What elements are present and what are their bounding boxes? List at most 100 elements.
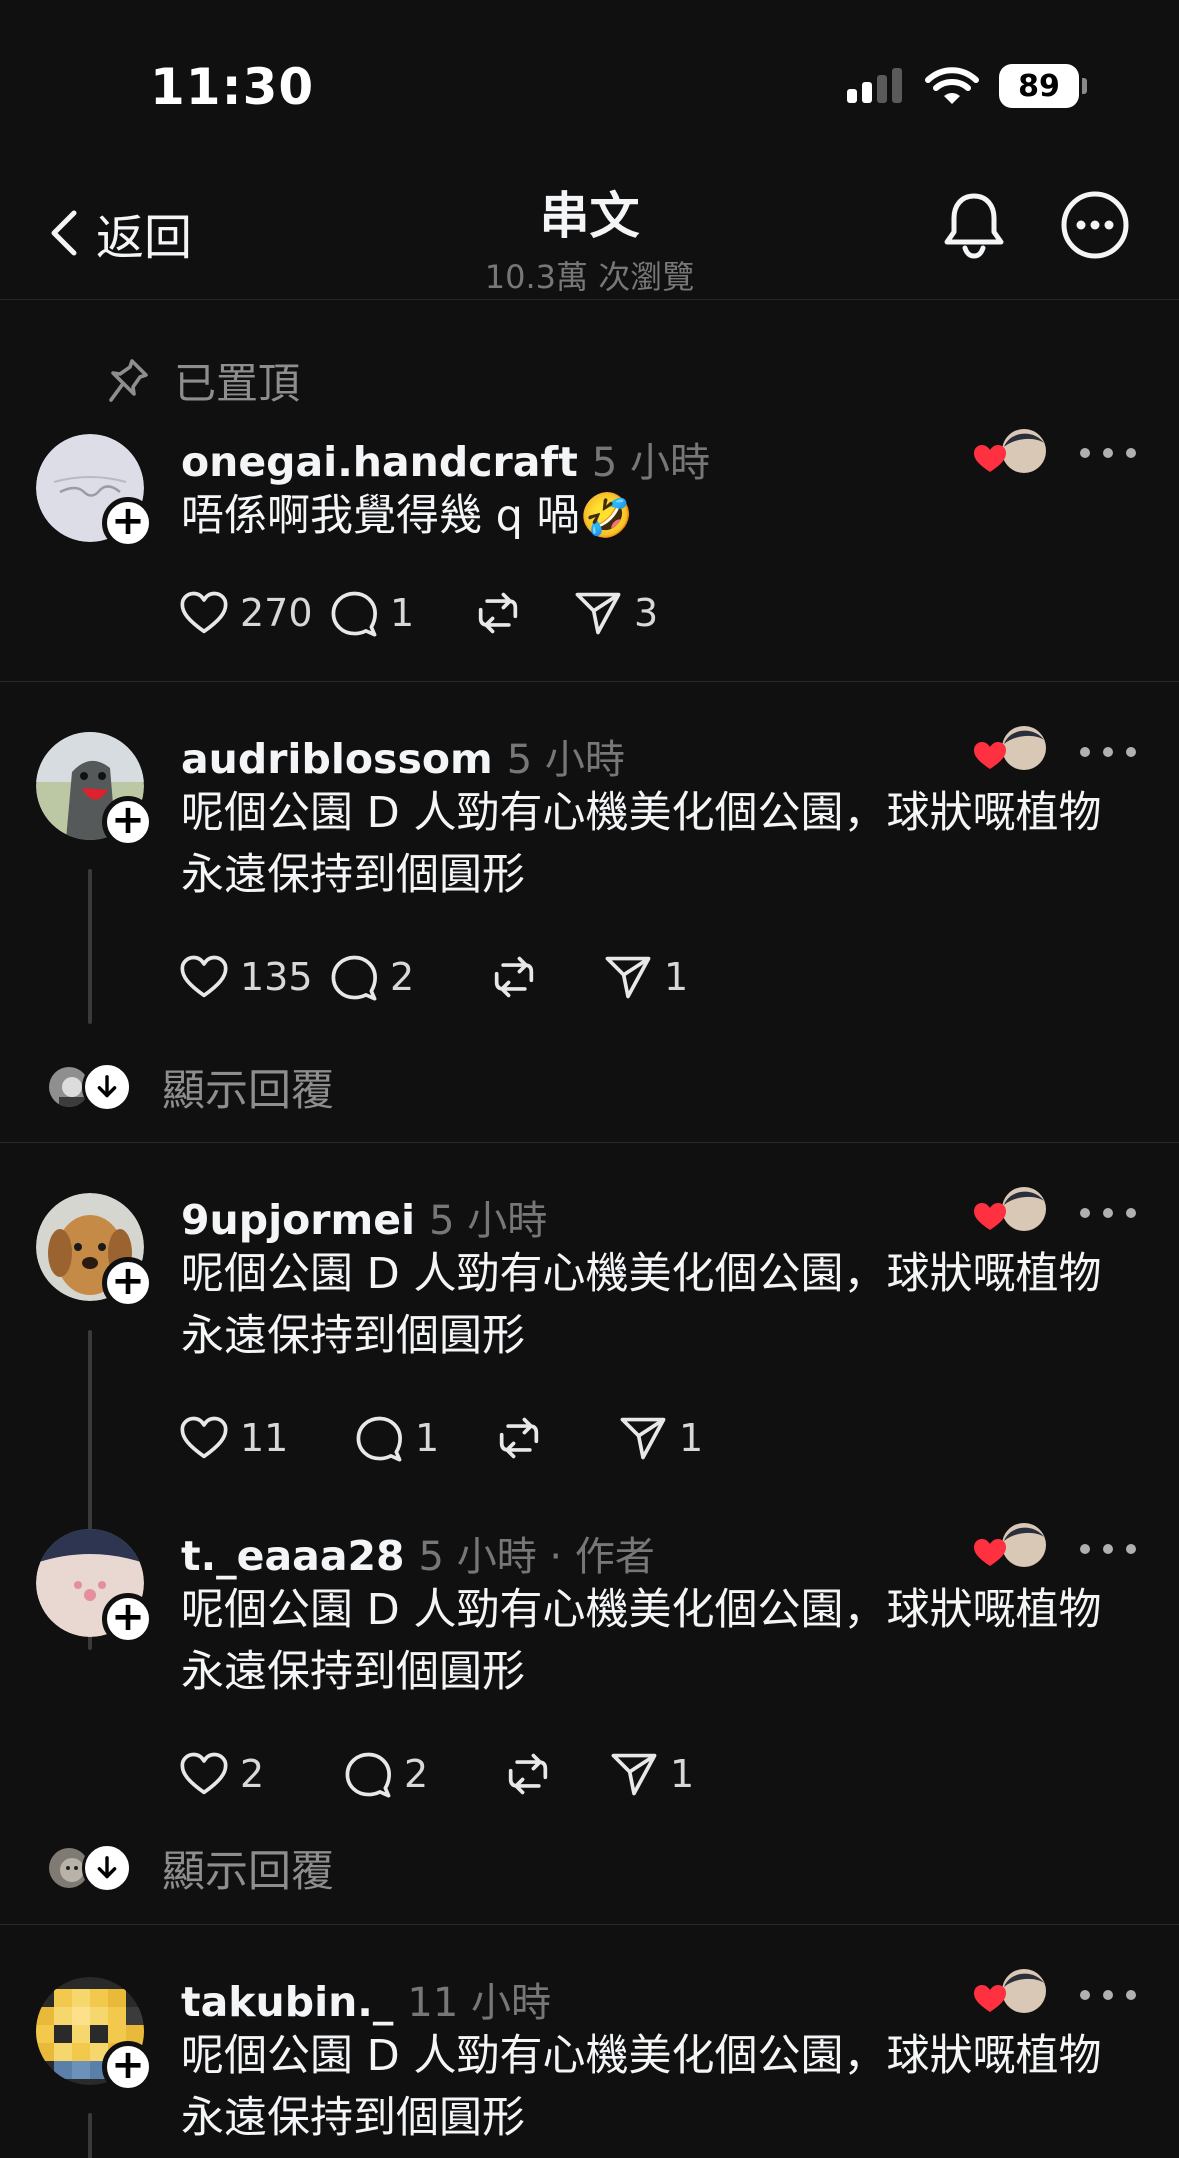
repost-button[interactable]	[493, 1412, 617, 1464]
comment-icon	[353, 1412, 405, 1464]
follow-button[interactable]: +	[102, 1257, 154, 1309]
follow-button[interactable]: +	[102, 497, 154, 549]
like-button[interactable]: 11	[178, 1412, 353, 1464]
follow-button[interactable]: +	[102, 796, 154, 848]
post-time: 11 小時	[407, 1980, 552, 2026]
status-icons: 89	[847, 64, 1087, 108]
post-time: 5 小時	[506, 737, 625, 783]
show-replies-button[interactable]: 顯示回覆	[46, 1056, 334, 1118]
like-button[interactable]: 270	[178, 587, 328, 639]
share-count: 1	[670, 1752, 695, 1796]
liked-by-author-icon	[972, 1519, 1052, 1575]
comment-icon	[328, 587, 380, 639]
share-icon	[608, 1748, 660, 1800]
cellular-signal-icon	[847, 68, 902, 103]
like-count: 270	[240, 591, 313, 635]
liked-by-author-icon	[972, 425, 1052, 481]
show-replies-button[interactable]: 顯示回覆	[46, 1837, 334, 1899]
wifi-icon	[925, 67, 979, 104]
show-replies-label: 顯示回覆	[162, 1066, 334, 1116]
status-time: 11:30	[150, 58, 315, 116]
divider	[0, 1924, 1179, 1925]
pin-icon	[109, 358, 148, 402]
post-actions: 11 1 1	[178, 1412, 703, 1464]
username[interactable]: takubin._	[181, 1978, 393, 2026]
share-icon	[572, 587, 624, 639]
more-circle-icon[interactable]	[1060, 190, 1130, 260]
repost-icon	[488, 951, 540, 1003]
post-text: 呢個公園 D 人勁有心機美化個公園，球狀嘅植物永遠保持到個圓形	[181, 788, 1102, 900]
username[interactable]: audriblossom	[181, 735, 493, 783]
status-bar: 11:30 89	[0, 0, 1179, 150]
share-icon	[602, 951, 654, 1003]
repost-button[interactable]	[502, 1748, 608, 1800]
repost-icon	[493, 1412, 545, 1464]
share-count: 1	[664, 955, 689, 999]
bell-icon[interactable]	[940, 190, 1008, 262]
share-count: 1	[679, 1416, 704, 1460]
like-button[interactable]: 135	[178, 951, 328, 1003]
post-more-button[interactable]	[1080, 742, 1136, 762]
plus-icon: +	[111, 797, 145, 843]
post-actions: 135 2 1	[178, 951, 688, 1003]
post-text: 呢個公園 D 人勁有心機美化個公園，球狀嘅植物永遠保持到個圓形	[181, 1585, 1102, 1697]
arrow-down-icon	[90, 1851, 124, 1885]
liked-by-author-icon	[972, 1183, 1052, 1239]
share-button[interactable]: 1	[617, 1412, 703, 1464]
follow-button[interactable]: +	[102, 1593, 154, 1645]
pinned-label: 已置頂	[174, 359, 301, 408]
post-more-button[interactable]	[1080, 1985, 1136, 2005]
liked-by-author-icon	[972, 1965, 1052, 2021]
post-time: 5 小時	[591, 440, 710, 486]
plus-icon: +	[111, 1594, 145, 1640]
share-button[interactable]: 1	[602, 951, 688, 1003]
plus-icon: +	[111, 2042, 145, 2088]
username[interactable]: t._eaaa28	[181, 1532, 405, 1580]
share-count: 3	[634, 591, 659, 635]
username[interactable]: onegai.handcraft	[181, 438, 578, 486]
post-text: 呢個公園 D 人勁有心機美化個公園，球狀嘅植物永遠保持到個圓形	[181, 1249, 1102, 1361]
battery-level: 89	[1018, 68, 1060, 104]
thread-line	[88, 2113, 92, 2158]
comment-count: 2	[404, 1752, 429, 1796]
repost-button[interactable]	[472, 587, 572, 639]
post-more-button[interactable]	[1080, 1539, 1136, 1559]
battery-icon: 89	[999, 64, 1087, 108]
liked-by-author-icon	[972, 722, 1052, 778]
share-button[interactable]: 3	[572, 587, 658, 639]
nav-bar: 返回 串文 10.3萬 次瀏覽	[0, 150, 1179, 300]
repost-button[interactable]	[488, 951, 602, 1003]
share-icon	[617, 1412, 669, 1464]
comment-button[interactable]: 1	[328, 587, 472, 639]
post-text: 呢個公園 D 人勁有心機美化個公園，球狀嘅植物永遠保持到個圓形	[181, 2031, 1102, 2143]
comment-button[interactable]: 2	[342, 1748, 502, 1800]
comment-button[interactable]: 2	[328, 951, 488, 1003]
comment-icon	[342, 1748, 394, 1800]
post-more-button[interactable]	[1080, 1203, 1136, 1223]
comment-count: 1	[415, 1416, 440, 1460]
comment-count: 1	[390, 591, 415, 635]
repost-icon	[472, 587, 524, 639]
comment-button[interactable]: 1	[353, 1412, 493, 1464]
like-count: 2	[240, 1752, 265, 1796]
post-actions: 270 1 3	[178, 587, 658, 639]
repost-icon	[502, 1748, 554, 1800]
show-replies-label: 顯示回覆	[162, 1847, 334, 1897]
like-button[interactable]: 2	[178, 1748, 342, 1800]
divider	[0, 681, 1179, 682]
plus-icon: +	[111, 1258, 145, 1304]
post-more-button[interactable]	[1080, 443, 1136, 463]
post-time: 5 小時 · 作者	[418, 1534, 655, 1580]
thread-line	[88, 869, 92, 1024]
heart-icon	[178, 1748, 230, 1800]
comment-count: 2	[390, 955, 415, 999]
divider	[0, 1142, 1179, 1143]
heart-icon	[178, 1412, 230, 1464]
username[interactable]: 9upjormei	[181, 1196, 415, 1244]
share-button[interactable]: 1	[608, 1748, 694, 1800]
like-count: 11	[240, 1416, 289, 1460]
follow-button[interactable]: +	[102, 2041, 154, 2093]
post-actions: 2 2 1	[178, 1748, 694, 1800]
heart-icon	[178, 587, 230, 639]
heart-icon	[178, 951, 230, 1003]
